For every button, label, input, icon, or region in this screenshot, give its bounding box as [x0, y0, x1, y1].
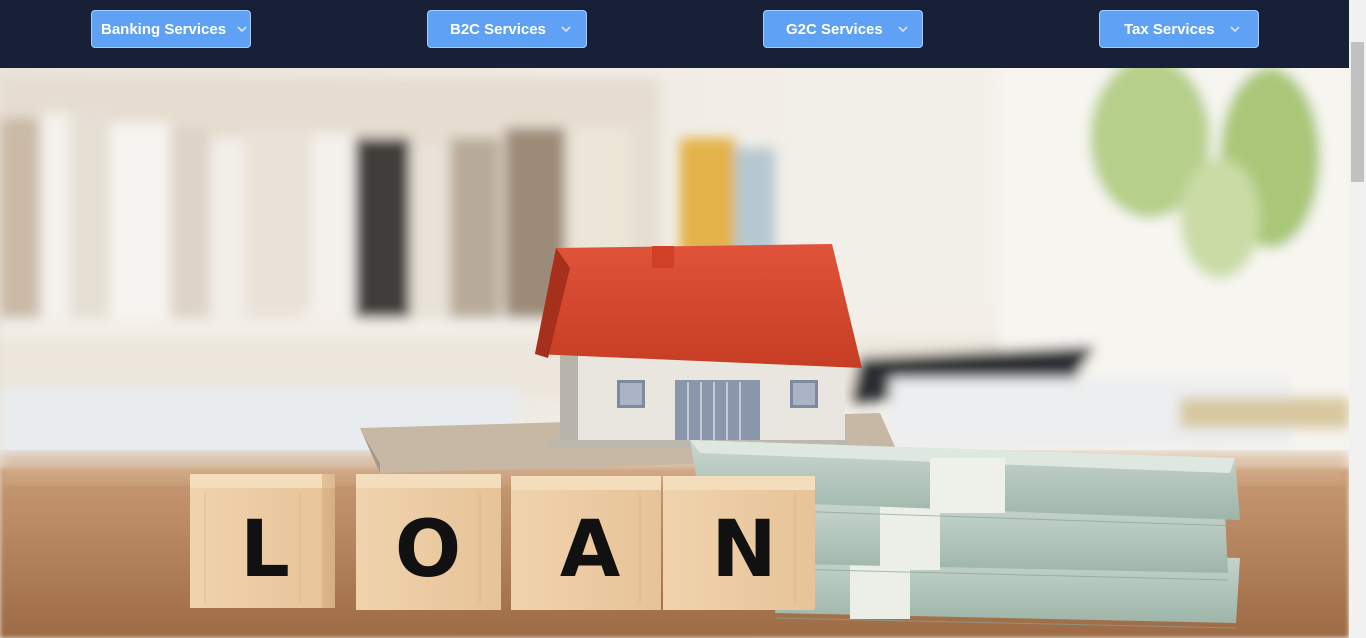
cube-letter-o: O [395, 505, 461, 595]
vertical-scrollbar[interactable] [1349, 0, 1366, 638]
g2c-services-label: G2C Services [786, 20, 883, 38]
g2c-services-dropdown[interactable]: G2C Services [763, 10, 923, 48]
tax-services-dropdown[interactable]: Tax Services [1099, 10, 1259, 48]
b2c-services-dropdown[interactable]: B2C Services [427, 10, 587, 48]
chevron-down-icon [897, 23, 909, 35]
banking-services-dropdown[interactable]: Banking Services [91, 10, 251, 48]
page: Banking Services B2C Services G2C Servic… [0, 0, 1366, 638]
cube-letter-a: A [560, 505, 620, 595]
chevron-down-icon [236, 23, 248, 35]
chevron-down-icon [560, 23, 572, 35]
chevron-down-icon [1229, 23, 1241, 35]
top-navigation-bar: Banking Services B2C Services G2C Servic… [0, 0, 1349, 68]
cube-letter-n: N [711, 505, 776, 595]
banking-services-label: Banking Services [101, 20, 227, 38]
hero-loan-image: L O A N [0, 68, 1349, 638]
cube-letter-l: L [240, 505, 290, 595]
b2c-services-label: B2C Services [450, 20, 546, 38]
tax-services-label: Tax Services [1124, 20, 1215, 38]
scrollbar-thumb[interactable] [1351, 42, 1364, 182]
